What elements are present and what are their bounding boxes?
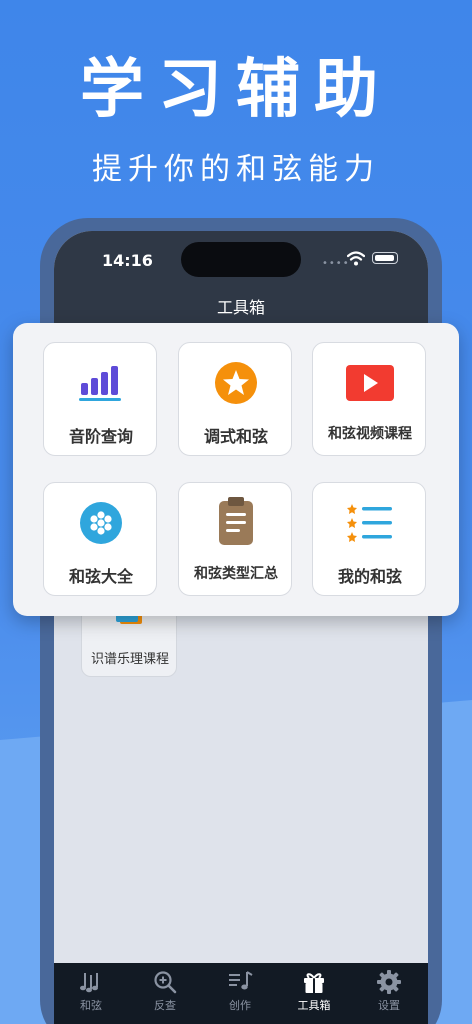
tool-tile-mode-chords[interactable]: 调式和弦 — [178, 342, 292, 456]
play-video-icon — [346, 365, 394, 401]
tool-tile-label: 调式和弦 — [203, 427, 268, 446]
tab-chords[interactable]: 和弦 — [61, 969, 121, 1013]
compose-icon — [229, 971, 253, 990]
gear-icon — [377, 970, 401, 994]
hero-subtitle: 提升你的和弦能力 — [92, 152, 380, 187]
tool-tile-chord-library[interactable]: 和弦大全 — [43, 482, 157, 596]
tool-tile-my-chords[interactable]: 我的和弦 — [312, 482, 426, 596]
tools-popup-panel: 音阶查询 调式和弦 和弦视频课程 和弦大全 和弦类型汇总 我的和弦 — [13, 323, 459, 616]
wifi-icon — [347, 251, 365, 266]
tab-label: 反查 — [154, 999, 176, 1012]
star-list-icon — [347, 504, 392, 542]
dynamic-island — [181, 242, 301, 277]
hero-title: 学习辅助 — [80, 53, 392, 127]
clipboard-icon — [219, 497, 253, 545]
battery-icon — [372, 252, 398, 264]
tool-tile-label: 和弦视频课程 — [328, 426, 412, 442]
music-notes-icon — [80, 973, 98, 993]
dots-circle-icon — [80, 502, 122, 544]
tool-tile-label: 我的和弦 — [337, 567, 402, 586]
tab-bar: 和弦 反查 创作 工具箱 设置 — [54, 963, 428, 1024]
bar-chart-icon — [79, 366, 121, 401]
tab-reverse-lookup[interactable]: 反查 — [135, 969, 195, 1013]
tool-tile-scale-lookup[interactable]: 音阶查询 — [43, 342, 157, 456]
gift-icon — [304, 973, 324, 993]
search-plus-icon — [154, 971, 177, 994]
status-time: 14:16 — [102, 251, 153, 270]
star-circle-icon — [215, 362, 257, 404]
tab-label: 和弦 — [80, 999, 102, 1012]
tool-tile-video-course[interactable]: 和弦视频课程 — [312, 342, 426, 456]
tool-tile-label: 和弦大全 — [68, 567, 133, 586]
tab-label: 设置 — [378, 999, 400, 1012]
nav-bar: 14:16 •••• 工具箱 — [54, 231, 428, 331]
tab-toolbox[interactable]: 工具箱 — [284, 969, 344, 1013]
tool-tile-chord-types[interactable]: 和弦类型汇总 — [178, 482, 292, 596]
tool-tile-label: 和弦类型汇总 — [194, 566, 278, 582]
nav-title: 工具箱 — [216, 298, 265, 317]
tool-tile-label: 识谱乐理课程 — [90, 652, 169, 667]
signal-icon: •••• — [322, 258, 350, 269]
tab-compose[interactable]: 创作 — [210, 969, 270, 1013]
tab-label: 创作 — [229, 999, 251, 1012]
tab-label: 工具箱 — [297, 999, 331, 1012]
tool-tile-label: 音阶查询 — [68, 427, 133, 446]
tab-settings[interactable]: 设置 — [359, 969, 419, 1013]
